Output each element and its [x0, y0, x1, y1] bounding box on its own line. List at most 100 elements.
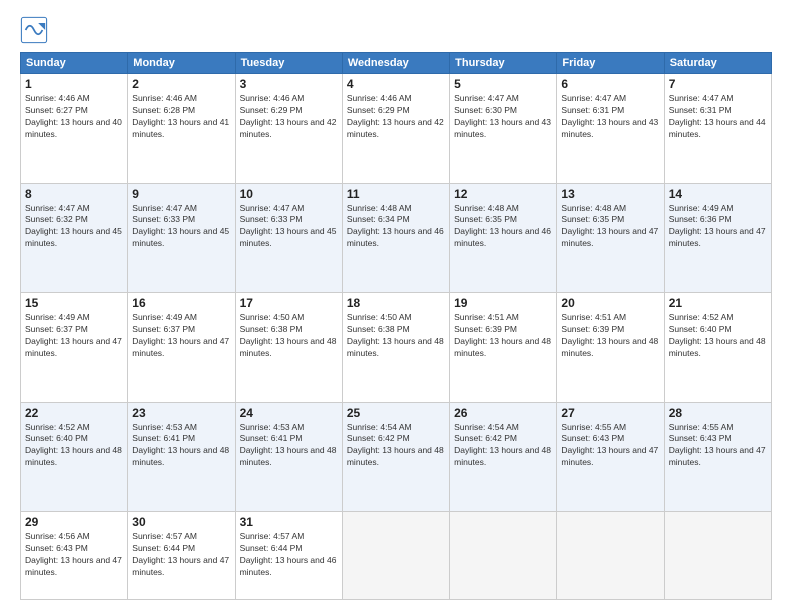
calendar-cell: 5 Sunrise: 4:47 AM Sunset: 6:30 PM Daylig…: [450, 74, 557, 184]
day-info: Sunrise: 4:57 AM Sunset: 6:44 PM Dayligh…: [132, 531, 230, 579]
calendar-cell: 28 Sunrise: 4:55 AM Sunset: 6:43 PM Dayli…: [664, 402, 771, 512]
day-info: Sunrise: 4:50 AM Sunset: 6:38 PM Dayligh…: [347, 312, 445, 360]
calendar-cell: 8 Sunrise: 4:47 AM Sunset: 6:32 PM Daylig…: [21, 183, 128, 293]
day-info: Sunrise: 4:51 AM Sunset: 6:39 PM Dayligh…: [454, 312, 552, 360]
day-info: Sunrise: 4:47 AM Sunset: 6:33 PM Dayligh…: [132, 203, 230, 251]
day-info: Sunrise: 4:53 AM Sunset: 6:41 PM Dayligh…: [132, 422, 230, 470]
day-number: 29: [25, 515, 123, 529]
day-number: 18: [347, 296, 445, 310]
weekday-header-sunday: Sunday: [21, 53, 128, 74]
page: SundayMondayTuesdayWednesdayThursdayFrid…: [0, 0, 792, 612]
calendar-cell: 15 Sunrise: 4:49 AM Sunset: 6:37 PM Dayli…: [21, 293, 128, 403]
calendar-cell: 10 Sunrise: 4:47 AM Sunset: 6:33 PM Dayli…: [235, 183, 342, 293]
day-info: Sunrise: 4:47 AM Sunset: 6:31 PM Dayligh…: [561, 93, 659, 141]
day-number: 5: [454, 77, 552, 91]
day-number: 26: [454, 406, 552, 420]
day-info: Sunrise: 4:50 AM Sunset: 6:38 PM Dayligh…: [240, 312, 338, 360]
calendar-cell: 9 Sunrise: 4:47 AM Sunset: 6:33 PM Daylig…: [128, 183, 235, 293]
logo-icon: [20, 16, 48, 44]
calendar-cell: 23Sunrise: 4:53 AM Sunset: 6:41 PM Dayli…: [128, 402, 235, 512]
calendar-table: SundayMondayTuesdayWednesdayThursdayFrid…: [20, 52, 772, 600]
day-number: 17: [240, 296, 338, 310]
day-info: Sunrise: 4:48 AM Sunset: 6:35 PM Dayligh…: [454, 203, 552, 251]
day-info: Sunrise: 4:48 AM Sunset: 6:35 PM Dayligh…: [561, 203, 659, 251]
day-info: Sunrise: 4:46 AM Sunset: 6:29 PM Dayligh…: [240, 93, 338, 141]
calendar-cell: 18 Sunrise: 4:50 AM Sunset: 6:38 PM Dayli…: [342, 293, 449, 403]
calendar-cell: 27 Sunrise: 4:55 AM Sunset: 6:43 PM Dayli…: [557, 402, 664, 512]
day-info: Sunrise: 4:49 AM Sunset: 6:37 PM Dayligh…: [132, 312, 230, 360]
calendar-cell: 20 Sunrise: 4:51 AM Sunset: 6:39 PM Dayli…: [557, 293, 664, 403]
day-number: 3: [240, 77, 338, 91]
day-number: 22: [25, 406, 123, 420]
day-number: 10: [240, 187, 338, 201]
calendar-cell: 7 Sunrise: 4:47 AM Sunset: 6:31 PM Daylig…: [664, 74, 771, 184]
calendar-cell: 14 Sunrise: 4:49 AM Sunset: 6:36 PM Dayli…: [664, 183, 771, 293]
calendar-cell: 30 Sunrise: 4:57 AM Sunset: 6:44 PM Dayli…: [128, 512, 235, 600]
day-info: Sunrise: 4:47 AM Sunset: 6:32 PM Dayligh…: [25, 203, 123, 251]
calendar-cell: [664, 512, 771, 600]
day-number: 21: [669, 296, 767, 310]
calendar-week-row: 22 Sunrise: 4:52 AM Sunset: 6:40 PM Dayli…: [21, 402, 772, 512]
weekday-header-tuesday: Tuesday: [235, 53, 342, 74]
calendar-header: SundayMondayTuesdayWednesdayThursdayFrid…: [21, 53, 772, 74]
calendar-cell: [342, 512, 449, 600]
day-number: 8: [25, 187, 123, 201]
weekday-header-thursday: Thursday: [450, 53, 557, 74]
logo: [20, 16, 52, 44]
calendar-cell: 31Sunrise: 4:57 AM Sunset: 6:44 PM Dayli…: [235, 512, 342, 600]
day-info: Sunrise: 4:47 AM Sunset: 6:30 PM Dayligh…: [454, 93, 552, 141]
day-number: 20: [561, 296, 659, 310]
weekday-header-wednesday: Wednesday: [342, 53, 449, 74]
calendar-cell: 12Sunrise: 4:48 AM Sunset: 6:35 PM Dayli…: [450, 183, 557, 293]
day-info: Sunrise: 4:56 AM Sunset: 6:43 PM Dayligh…: [25, 531, 123, 579]
calendar-week-row: 15 Sunrise: 4:49 AM Sunset: 6:37 PM Dayli…: [21, 293, 772, 403]
day-number: 28: [669, 406, 767, 420]
day-info: Sunrise: 4:49 AM Sunset: 6:36 PM Dayligh…: [669, 203, 767, 251]
calendar-cell: 3 Sunrise: 4:46 AM Sunset: 6:29 PM Daylig…: [235, 74, 342, 184]
day-info: Sunrise: 4:47 AM Sunset: 6:31 PM Dayligh…: [669, 93, 767, 141]
day-number: 1: [25, 77, 123, 91]
day-number: 25: [347, 406, 445, 420]
calendar-cell: 13Sunrise: 4:48 AM Sunset: 6:35 PM Dayli…: [557, 183, 664, 293]
day-info: Sunrise: 4:54 AM Sunset: 6:42 PM Dayligh…: [347, 422, 445, 470]
day-number: 9: [132, 187, 230, 201]
day-info: Sunrise: 4:46 AM Sunset: 6:29 PM Dayligh…: [347, 93, 445, 141]
weekday-header-monday: Monday: [128, 53, 235, 74]
day-info: Sunrise: 4:51 AM Sunset: 6:39 PM Dayligh…: [561, 312, 659, 360]
day-number: 31: [240, 515, 338, 529]
day-info: Sunrise: 4:46 AM Sunset: 6:27 PM Dayligh…: [25, 93, 123, 141]
calendar-cell: 6 Sunrise: 4:47 AM Sunset: 6:31 PM Daylig…: [557, 74, 664, 184]
calendar-cell: 25 Sunrise: 4:54 AM Sunset: 6:42 PM Dayli…: [342, 402, 449, 512]
calendar-cell: 24 Sunrise: 4:53 AM Sunset: 6:41 PM Dayli…: [235, 402, 342, 512]
calendar-cell: 2 Sunrise: 4:46 AM Sunset: 6:28 PM Daylig…: [128, 74, 235, 184]
day-info: Sunrise: 4:46 AM Sunset: 6:28 PM Dayligh…: [132, 93, 230, 141]
calendar-cell: 29 Sunrise: 4:56 AM Sunset: 6:43 PM Dayli…: [21, 512, 128, 600]
weekday-header-saturday: Saturday: [664, 53, 771, 74]
day-info: Sunrise: 4:55 AM Sunset: 6:43 PM Dayligh…: [561, 422, 659, 470]
day-number: 6: [561, 77, 659, 91]
weekday-header-row: SundayMondayTuesdayWednesdayThursdayFrid…: [21, 53, 772, 74]
day-number: 24: [240, 406, 338, 420]
calendar-cell: [450, 512, 557, 600]
day-number: 2: [132, 77, 230, 91]
day-info: Sunrise: 4:49 AM Sunset: 6:37 PM Dayligh…: [25, 312, 123, 360]
calendar-cell: 11Sunrise: 4:48 AM Sunset: 6:34 PM Dayli…: [342, 183, 449, 293]
day-info: Sunrise: 4:47 AM Sunset: 6:33 PM Dayligh…: [240, 203, 338, 251]
day-number: 19: [454, 296, 552, 310]
day-number: 11: [347, 187, 445, 201]
calendar-week-row: 29 Sunrise: 4:56 AM Sunset: 6:43 PM Dayli…: [21, 512, 772, 600]
calendar-cell: 16Sunrise: 4:49 AM Sunset: 6:37 PM Dayli…: [128, 293, 235, 403]
day-number: 27: [561, 406, 659, 420]
day-info: Sunrise: 4:52 AM Sunset: 6:40 PM Dayligh…: [669, 312, 767, 360]
day-info: Sunrise: 4:52 AM Sunset: 6:40 PM Dayligh…: [25, 422, 123, 470]
calendar-cell: 19 Sunrise: 4:51 AM Sunset: 6:39 PM Dayli…: [450, 293, 557, 403]
calendar-week-row: 1 Sunrise: 4:46 AM Sunset: 6:27 PM Daylig…: [21, 74, 772, 184]
day-number: 7: [669, 77, 767, 91]
day-info: Sunrise: 4:53 AM Sunset: 6:41 PM Dayligh…: [240, 422, 338, 470]
day-number: 14: [669, 187, 767, 201]
calendar-cell: 1 Sunrise: 4:46 AM Sunset: 6:27 PM Daylig…: [21, 74, 128, 184]
day-number: 30: [132, 515, 230, 529]
calendar-cell: 17 Sunrise: 4:50 AM Sunset: 6:38 PM Dayli…: [235, 293, 342, 403]
day-number: 15: [25, 296, 123, 310]
day-info: Sunrise: 4:55 AM Sunset: 6:43 PM Dayligh…: [669, 422, 767, 470]
